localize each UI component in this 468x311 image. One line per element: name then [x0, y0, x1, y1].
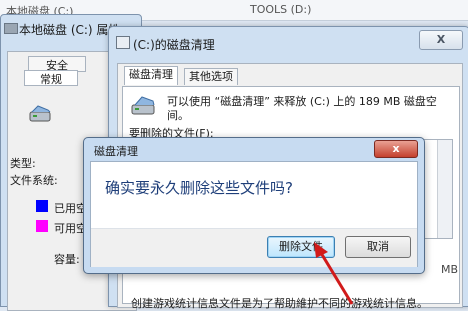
files-list-scrollbar[interactable] — [437, 140, 452, 238]
cleanup-disk-icon — [131, 96, 155, 115]
cleanup-title: (C:)的磁盘清理 — [133, 38, 215, 52]
drive-d-label: TOOLS (D:) — [250, 3, 312, 16]
type-label: 类型: — [10, 157, 36, 170]
tab-general[interactable]: 常规 — [24, 70, 78, 86]
tab-disk-cleanup[interactable]: 磁盘清理 — [124, 66, 178, 85]
confirm-message: 确实要永久删除这些文件吗? — [105, 179, 293, 197]
size-fragment: MB — [441, 263, 459, 276]
tab-more-options[interactable]: 其他选项 — [184, 68, 238, 85]
red-arrow-icon — [314, 242, 354, 305]
filesystem-label: 文件系统: — [10, 174, 58, 187]
disk-drive-icon — [29, 105, 51, 122]
cleanup-intro-text: 可以使用 “磁盘清理” 来释放 (C:) 上的 189 MB 磁盘空间。 — [167, 95, 437, 122]
properties-title: 本地磁盘 (C:) 属性 — [19, 23, 121, 37]
drive-icon — [4, 23, 18, 34]
cleanup-icon — [116, 36, 130, 49]
used-space-swatch — [36, 200, 48, 212]
confirm-title: 磁盘清理 — [94, 145, 138, 158]
free-space-swatch — [36, 220, 48, 232]
capacity-label: 容量: — [54, 253, 80, 266]
file-description: 创建游戏统计信息文件是为了帮助維护不同的游戏统计信息。 — [131, 297, 428, 310]
confirm-close-button[interactable]: x — [374, 140, 418, 158]
cleanup-close-button[interactable]: X — [419, 30, 463, 50]
